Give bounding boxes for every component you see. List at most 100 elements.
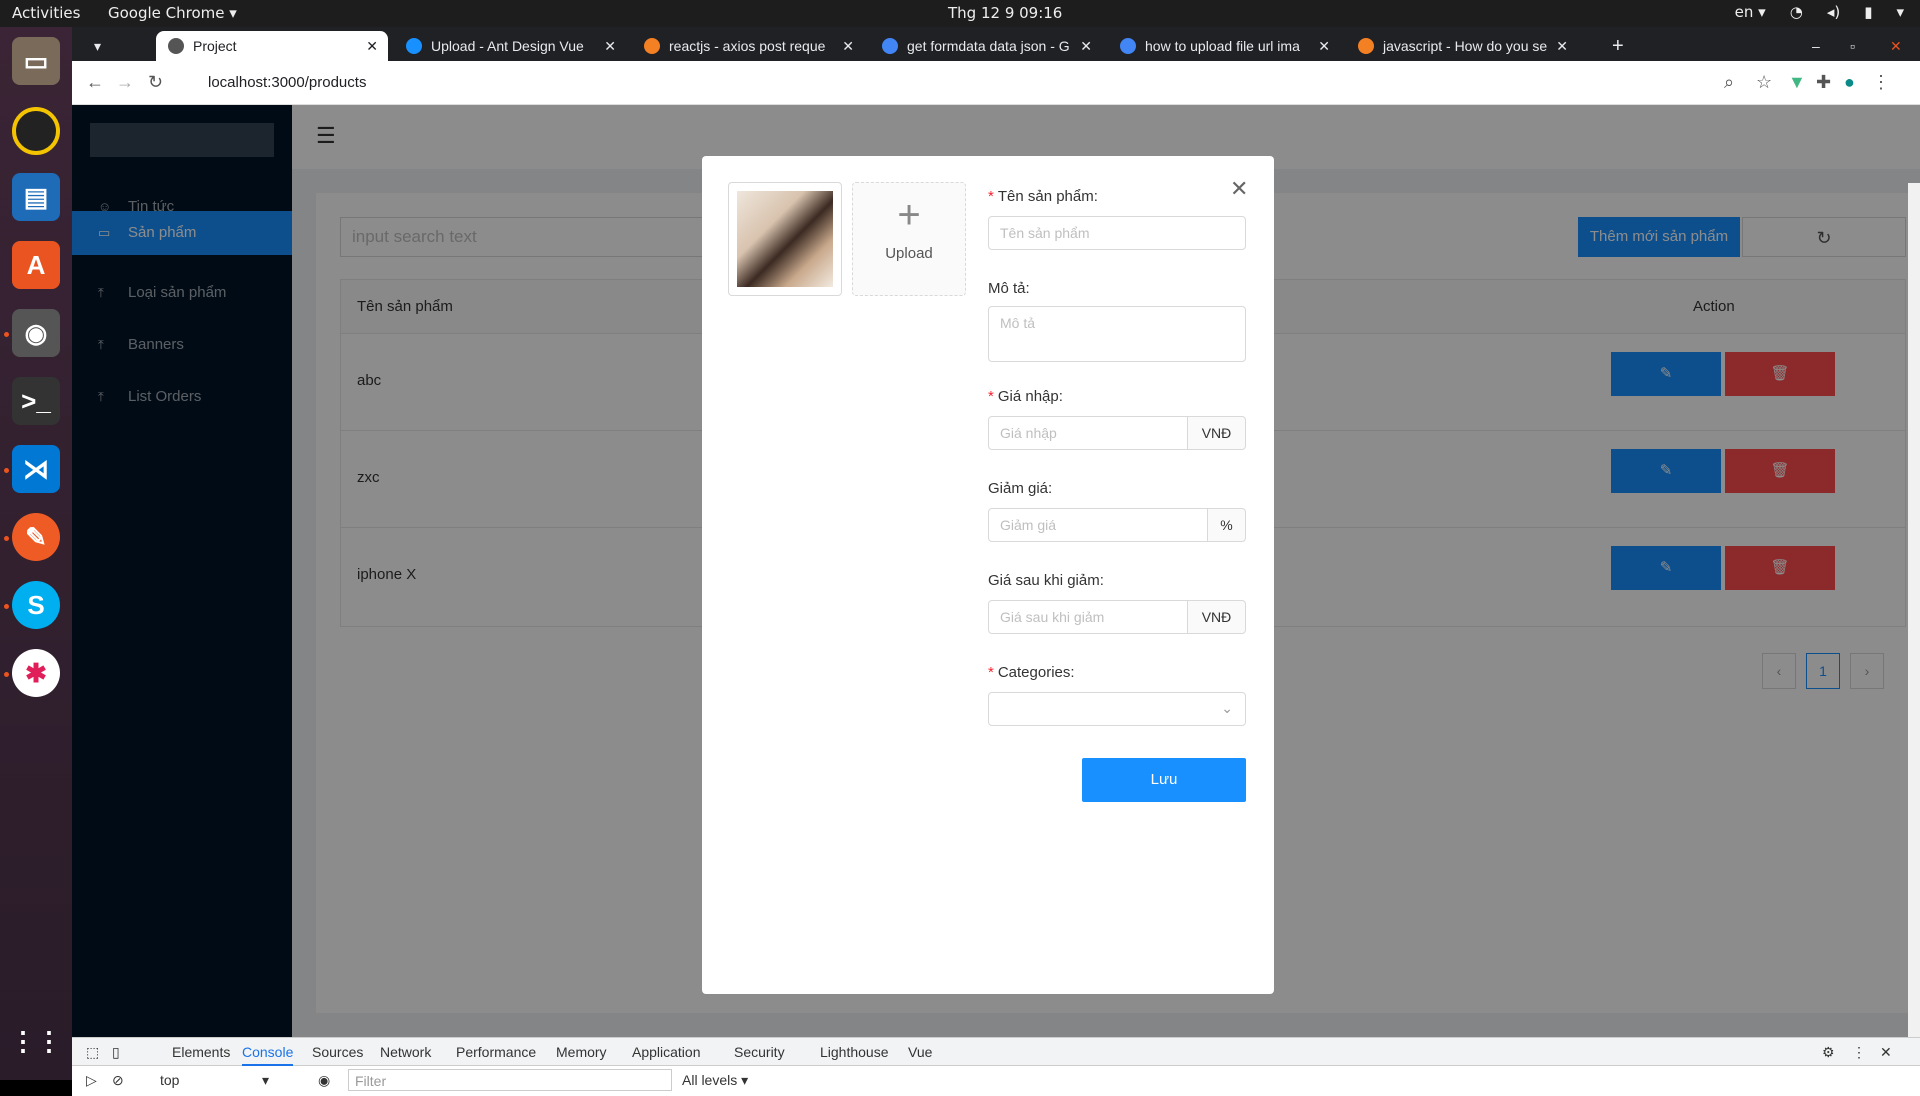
device-icon[interactable]: ▯ (112, 1044, 120, 1061)
tab-label: Upload - Ant Design Vue (431, 38, 584, 54)
context-select[interactable]: top (160, 1072, 310, 1088)
upload-label: Upload (885, 245, 933, 262)
more-icon[interactable]: ⋮ (1852, 1044, 1866, 1061)
console-toolbar: ▷ ⊘ top ▾ ◉ Filter All levels ▾ (72, 1066, 1920, 1096)
reload-icon[interactable]: ↻ (148, 72, 163, 93)
tab-console[interactable]: Console (242, 1044, 294, 1066)
minimize-button[interactable]: – (1800, 31, 1830, 61)
devtools-panel: ⬚ ▯ Elements Console Sources Network Per… (72, 1037, 1920, 1096)
volume-icon: ◂) (1826, 3, 1841, 21)
star-icon[interactable]: ☆ (1756, 72, 1772, 93)
chevron-down-icon: ⌄ (1221, 700, 1233, 716)
lang-indicator[interactable]: en ▾ (1735, 3, 1766, 21)
tab-upload[interactable]: Upload - Ant Design Vue ✕ (394, 31, 626, 61)
chevron-down-icon: ▾ (262, 1072, 270, 1088)
postman-icon[interactable]: ✎ (12, 513, 60, 561)
final-price-input[interactable]: Giá sau khi giảm (988, 600, 1188, 634)
tab-javascript[interactable]: javascript - How do you se ✕ (1346, 31, 1578, 61)
tab-lighthouse[interactable]: Lighthouse (820, 1044, 889, 1060)
tab-application[interactable]: Application (632, 1044, 701, 1060)
rhythmbox-icon[interactable] (12, 107, 60, 155)
description-textarea[interactable]: Mô tả (988, 306, 1246, 362)
close-icon[interactable]: ✕ (1230, 176, 1248, 202)
gear-icon[interactable]: ⚙ (1822, 1044, 1835, 1061)
discount-input[interactable]: Giảm giá (988, 508, 1208, 542)
upload-button[interactable]: + Upload (852, 182, 966, 296)
clock[interactable]: Thg 12 9 09:16 (948, 4, 1062, 22)
url-field[interactable]: localhost:3000/products (182, 67, 1782, 99)
tab-elements[interactable]: Elements (172, 1044, 230, 1060)
close-icon[interactable]: ✕ (1080, 38, 1092, 55)
tab-project[interactable]: Project ✕ (156, 31, 388, 61)
google-icon (1120, 38, 1136, 54)
forward-icon[interactable]: → (116, 72, 134, 93)
vscode-icon[interactable]: ⋊ (12, 445, 60, 493)
sidebar-toggle-icon[interactable]: ▷ (86, 1072, 97, 1089)
tab-upload-url[interactable]: how to upload file url ima ✕ (1108, 31, 1340, 61)
tab-network[interactable]: Network (380, 1044, 431, 1060)
tab-sources[interactable]: Sources (312, 1044, 363, 1060)
tab-reactjs[interactable]: reactjs - axios post reque ✕ (632, 31, 864, 61)
close-icon[interactable]: ✕ (604, 38, 616, 55)
save-button[interactable]: Lưu (1082, 758, 1246, 802)
price-label: * Giá nhập: (988, 388, 1063, 405)
tab-formdata[interactable]: get formdata data json - G ✕ (870, 31, 1102, 61)
close-icon[interactable]: ✕ (1880, 1044, 1892, 1061)
tab-memory[interactable]: Memory (556, 1044, 607, 1060)
terminal-icon[interactable]: >_ (12, 377, 60, 425)
skype-icon[interactable]: S (12, 581, 60, 629)
activities-button[interactable]: Activities (12, 4, 80, 22)
levels-select[interactable]: All levels ▾ (682, 1072, 748, 1089)
categories-label: * Categories: (988, 664, 1075, 681)
maximize-button[interactable]: ▫ (1838, 31, 1868, 61)
software-icon[interactable]: A (12, 241, 60, 289)
filter-input[interactable]: Filter (348, 1069, 672, 1091)
antd-icon (406, 38, 422, 54)
eye-icon[interactable]: ◉ (318, 1072, 330, 1089)
close-icon[interactable]: ✕ (842, 38, 854, 55)
vue-extension-icon[interactable]: ▼ (1788, 72, 1806, 93)
close-icon[interactable]: ✕ (1556, 38, 1568, 55)
scrollbar[interactable] (1908, 183, 1920, 1037)
price-input[interactable]: Giá nhập (988, 416, 1188, 450)
tab-vue[interactable]: Vue (908, 1044, 932, 1060)
price-unit: VNĐ (1187, 416, 1246, 450)
discount-label: Giảm giá: (988, 480, 1053, 497)
tab-search-icon[interactable]: ▾ (82, 31, 122, 61)
categories-select[interactable]: ⌄ (988, 692, 1246, 726)
uploaded-image[interactable] (728, 182, 842, 296)
writer-icon[interactable]: ▤ (12, 173, 60, 221)
battery-icon: ▮ (1864, 3, 1873, 21)
close-window-button[interactable]: ✕ (1878, 31, 1908, 61)
extensions-icon[interactable]: ✚ (1816, 72, 1831, 93)
close-icon[interactable]: ✕ (1318, 38, 1330, 55)
tab-performance[interactable]: Performance (456, 1044, 536, 1060)
new-tab-button[interactable]: + (1600, 31, 1640, 61)
more-icon[interactable]: ⋮ (1872, 72, 1890, 93)
final-price-unit: VNĐ (1187, 600, 1246, 634)
discount-unit: % (1207, 508, 1246, 542)
address-bar: ← → ↻ localhost:3000/products ⌕ ☆ ▼ ✚ ● … (72, 61, 1920, 105)
back-icon[interactable]: ← (86, 72, 104, 93)
system-tray[interactable]: en ▾ ◔ ◂) ▮ ▾ (1735, 3, 1904, 21)
description-label: Mô tả: (988, 280, 1030, 297)
name-input[interactable]: Tên sản phẩm (988, 216, 1246, 250)
dock: ▭ ▤ A ◉ >_ ⋊ ✎ S ✱ ⋮⋮ (0, 27, 72, 1080)
close-icon[interactable]: ✕ (366, 38, 378, 55)
clear-icon[interactable]: ⊘ (112, 1072, 124, 1089)
inspect-icon[interactable]: ⬚ (86, 1044, 99, 1061)
running-indicator (4, 536, 9, 541)
app-menu[interactable]: Google Chrome ▾ (108, 4, 237, 22)
profile-avatar[interactable]: ● (1844, 72, 1855, 93)
final-price-label: Giá sau khi giảm: (988, 572, 1104, 589)
zoom-icon[interactable]: ⌕ (1724, 72, 1734, 93)
slack-icon[interactable]: ✱ (12, 649, 60, 697)
tab-label: reactjs - axios post reque (669, 38, 826, 54)
files-icon[interactable]: ▭ (12, 37, 60, 85)
app-grid-icon[interactable]: ⋮⋮ (10, 1017, 62, 1065)
product-modal: + Upload ✕ * Tên sản phẩm: Tên sản phẩm M… (702, 156, 1274, 994)
tab-security[interactable]: Security (734, 1044, 785, 1060)
chrome-icon[interactable]: ◉ (12, 309, 60, 357)
wifi-icon: ◔ (1789, 3, 1803, 21)
plus-icon: + (897, 193, 921, 237)
